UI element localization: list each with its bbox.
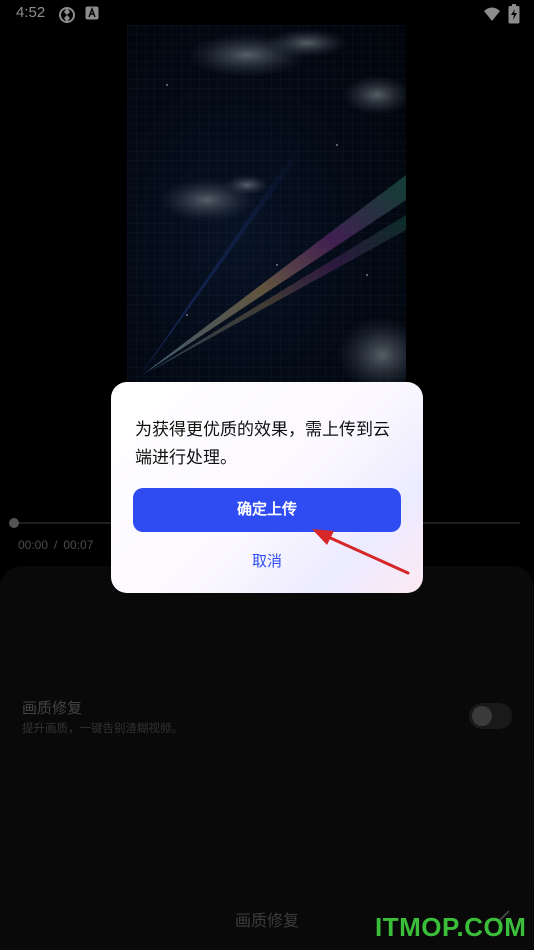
dialog-message: 为获得更优质的效果，需上传到云端进行处理。 <box>135 420 390 468</box>
screen: 4:52 00:00 / 00:07 画质修复 提升画质，一键告别渣糊视频。 画… <box>0 0 534 950</box>
annotation-arrow-icon <box>312 529 410 575</box>
watermark: ITMOP.COM <box>375 912 527 942</box>
